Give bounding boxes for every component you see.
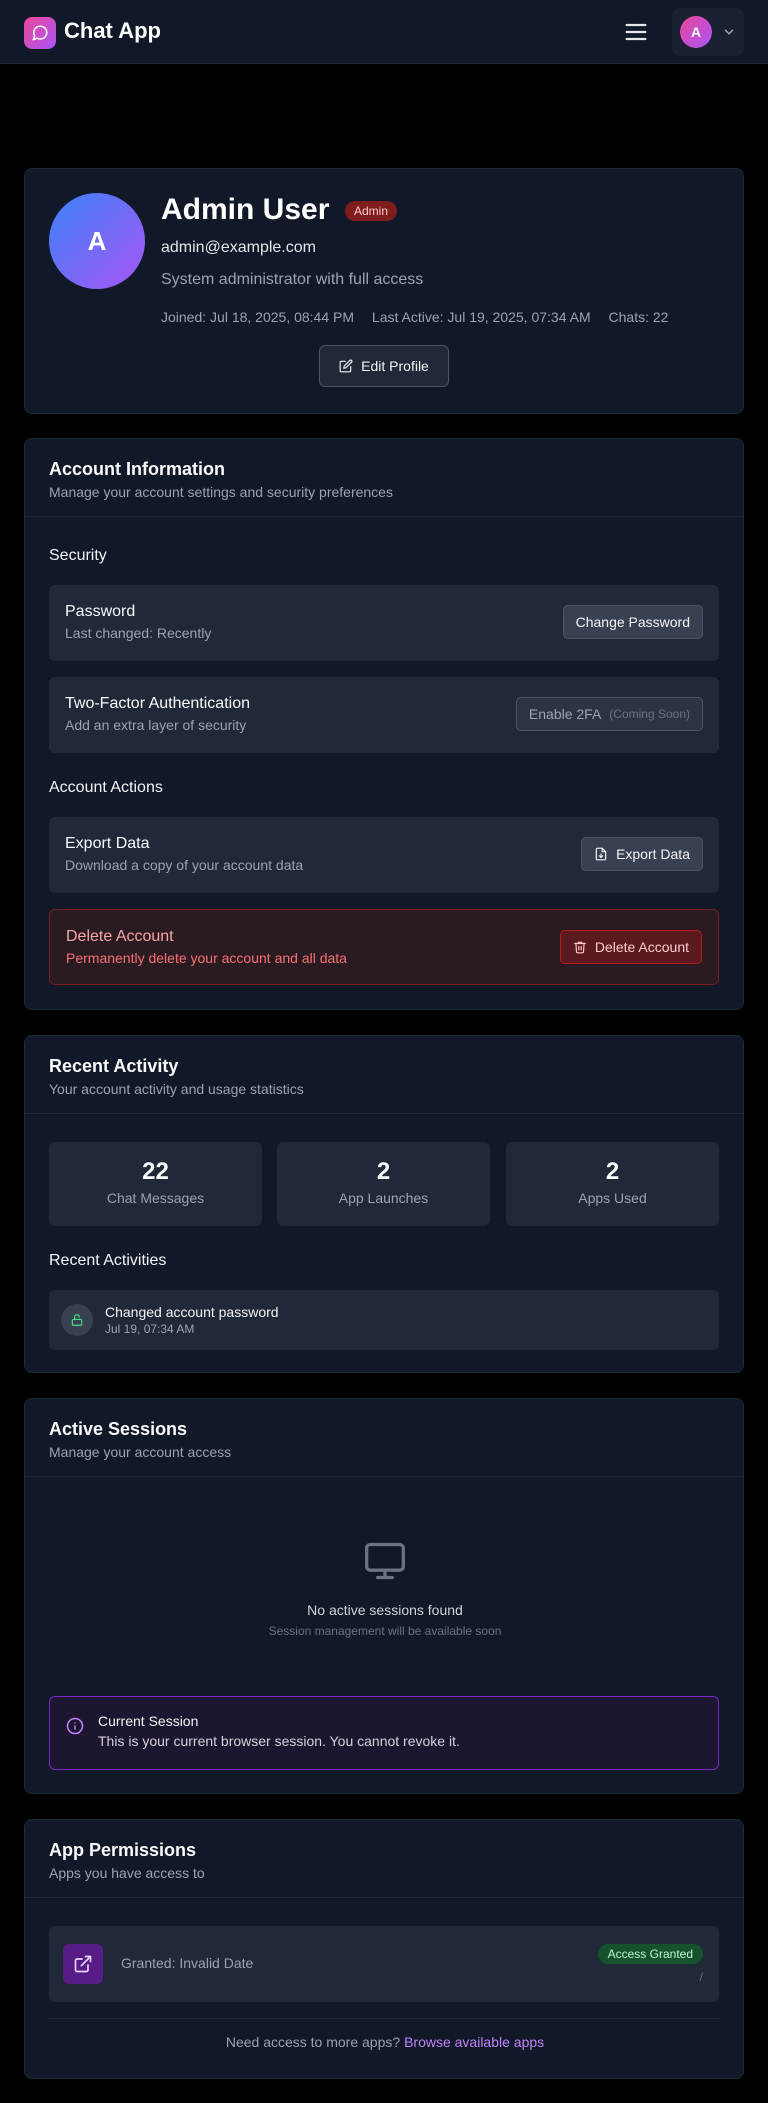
- divider: [49, 2018, 719, 2019]
- recent-activities-label: Recent Activities: [49, 1252, 167, 1269]
- account-card-subtitle: Manage your account settings and securit…: [49, 484, 393, 500]
- chevron-down-icon: [724, 29, 734, 35]
- activity-time: Jul 19, 07:34 AM: [105, 1322, 195, 1336]
- info-icon: [66, 1717, 84, 1735]
- two-factor-row: Two-Factor Authentication Add an extra l…: [49, 677, 719, 753]
- trash-icon: [573, 941, 586, 954]
- list-item: Granted: Invalid Date Access Granted /: [49, 1926, 719, 2002]
- user-avatar: A: [680, 16, 712, 48]
- top-navigation-bar: Chat App A: [0, 0, 768, 64]
- recent-activity-card: Recent Activity Your account activity an…: [24, 1035, 744, 1373]
- permissions-footer: Need access to more apps? Browse availab…: [25, 2034, 745, 2050]
- browse-apps-link[interactable]: Browse available apps: [404, 2034, 544, 2050]
- last-active-date: Last Active: Jul 19, 2025, 07:34 AM: [371, 309, 591, 325]
- coming-soon-note: (Coming Soon): [609, 707, 690, 721]
- role-badge: Admin: [345, 201, 398, 221]
- password-title: Password: [65, 603, 136, 620]
- current-session-title: Current Session: [98, 1713, 199, 1729]
- activity-title: Changed account password: [105, 1304, 279, 1320]
- profile-card: A Admin User Admin admin@example.com Sys…: [24, 168, 744, 414]
- security-section-label: Security: [49, 547, 107, 564]
- lock-icon: [61, 1304, 93, 1336]
- access-granted-badge: Access Granted: [597, 1944, 703, 1964]
- two-factor-title: Two-Factor Authentication: [65, 695, 250, 712]
- account-card-title: Account Information: [49, 459, 225, 479]
- stat-label: App Launches: [338, 1190, 429, 1206]
- empty-subtitle: Session management will be available soo…: [268, 1624, 502, 1638]
- hamburger-menu-icon: [625, 23, 647, 41]
- footer-text: Need access to more apps?: [225, 2034, 401, 2050]
- export-data-row: Export Data Download a copy of your acco…: [49, 817, 719, 893]
- export-data-label: Export Data: [616, 846, 690, 862]
- stat-chat-messages: 22 Chat Messages: [49, 1142, 262, 1226]
- account-information-card: Account Information Manage your account …: [24, 438, 744, 1010]
- profile-name: Admin User: [161, 193, 330, 226]
- sessions-empty-state: No active sessions found Session managem…: [25, 1539, 745, 1638]
- two-factor-subtitle: Add an extra layer of security: [65, 717, 247, 733]
- export-data-subtitle: Download a copy of your account data: [65, 857, 304, 873]
- edit-profile-button[interactable]: Edit Profile: [319, 345, 449, 387]
- stat-label: Apps Used: [578, 1190, 647, 1206]
- app-path: /: [699, 1970, 703, 1984]
- chats-count: Chats: 22: [608, 309, 669, 325]
- stat-value: 22: [142, 1158, 169, 1185]
- profile-description: System administrator with full access: [161, 271, 424, 288]
- granted-date: Granted: Invalid Date: [121, 1955, 254, 1971]
- delete-account-title: Delete Account: [66, 928, 174, 945]
- list-item: Changed account password Jul 19, 07:34 A…: [49, 1290, 719, 1350]
- current-session-notice: Current Session This is your current bro…: [49, 1696, 719, 1770]
- user-menu-button[interactable]: A: [672, 8, 744, 56]
- app-title[interactable]: Chat App: [64, 18, 161, 44]
- app-logo[interactable]: [24, 17, 56, 49]
- joined-date: Joined: Jul 18, 2025, 08:44 PM: [161, 309, 355, 325]
- delete-account-label: Delete Account: [594, 939, 689, 955]
- activity-card-header: Recent Activity Your account activity an…: [25, 1036, 743, 1114]
- stat-label: Chat Messages: [106, 1190, 205, 1206]
- stat-apps-used: 2 Apps Used: [506, 1142, 719, 1226]
- menu-button[interactable]: [622, 18, 650, 46]
- enable-2fa-label: Enable 2FA: [528, 706, 602, 722]
- file-export-icon: [595, 847, 607, 861]
- permissions-card-title: App Permissions: [49, 1840, 197, 1860]
- profile-email: admin@example.com: [161, 239, 316, 256]
- edit-profile-label: Edit Profile: [361, 358, 429, 374]
- edit-icon: [339, 359, 353, 373]
- export-data-button[interactable]: Export Data: [581, 837, 703, 871]
- stat-value: 2: [605, 1158, 620, 1185]
- permissions-card-header: App Permissions Apps you have access to: [25, 1820, 743, 1898]
- account-actions-label: Account Actions: [49, 779, 163, 796]
- external-link-icon[interactable]: [63, 1944, 103, 1984]
- profile-avatar: A: [49, 193, 145, 289]
- sessions-card-subtitle: Manage your account access: [49, 1444, 232, 1460]
- empty-title: No active sessions found: [307, 1602, 463, 1618]
- change-password-button[interactable]: Change Password: [562, 605, 703, 639]
- chat-bubble-icon: [32, 25, 48, 41]
- enable-2fa-button[interactable]: Enable 2FA (Coming Soon): [515, 697, 703, 731]
- account-card-header: Account Information Manage your account …: [25, 439, 743, 517]
- delete-account-button[interactable]: Delete Account: [559, 930, 702, 964]
- permissions-card-subtitle: Apps you have access to: [49, 1865, 205, 1881]
- activity-card-title: Recent Activity: [49, 1056, 179, 1076]
- sessions-card-title: Active Sessions: [49, 1419, 188, 1439]
- password-row: Password Last changed: Recently Change P…: [49, 585, 719, 661]
- activity-card-subtitle: Your account activity and usage statisti…: [49, 1081, 304, 1097]
- active-sessions-card: Active Sessions Manage your account acce…: [24, 1398, 744, 1794]
- app-permissions-card: App Permissions Apps you have access to …: [24, 1819, 744, 2079]
- password-subtitle: Last changed: Recently: [65, 625, 212, 641]
- current-session-subtitle: This is your current browser session. Yo…: [98, 1733, 460, 1749]
- delete-account-subtitle: Permanently delete your account and all …: [66, 950, 347, 966]
- delete-account-row: Delete Account Permanently delete your a…: [49, 909, 719, 985]
- sessions-card-header: Active Sessions Manage your account acce…: [25, 1399, 743, 1477]
- stat-value: 2: [376, 1158, 391, 1185]
- stat-app-launches: 2 App Launches: [277, 1142, 490, 1226]
- profile-meta: Joined: Jul 18, 2025, 08:44 PM Last Acti…: [161, 309, 682, 325]
- export-data-title: Export Data: [65, 835, 150, 852]
- change-password-label: Change Password: [575, 614, 690, 630]
- monitor-icon: [365, 1542, 405, 1580]
